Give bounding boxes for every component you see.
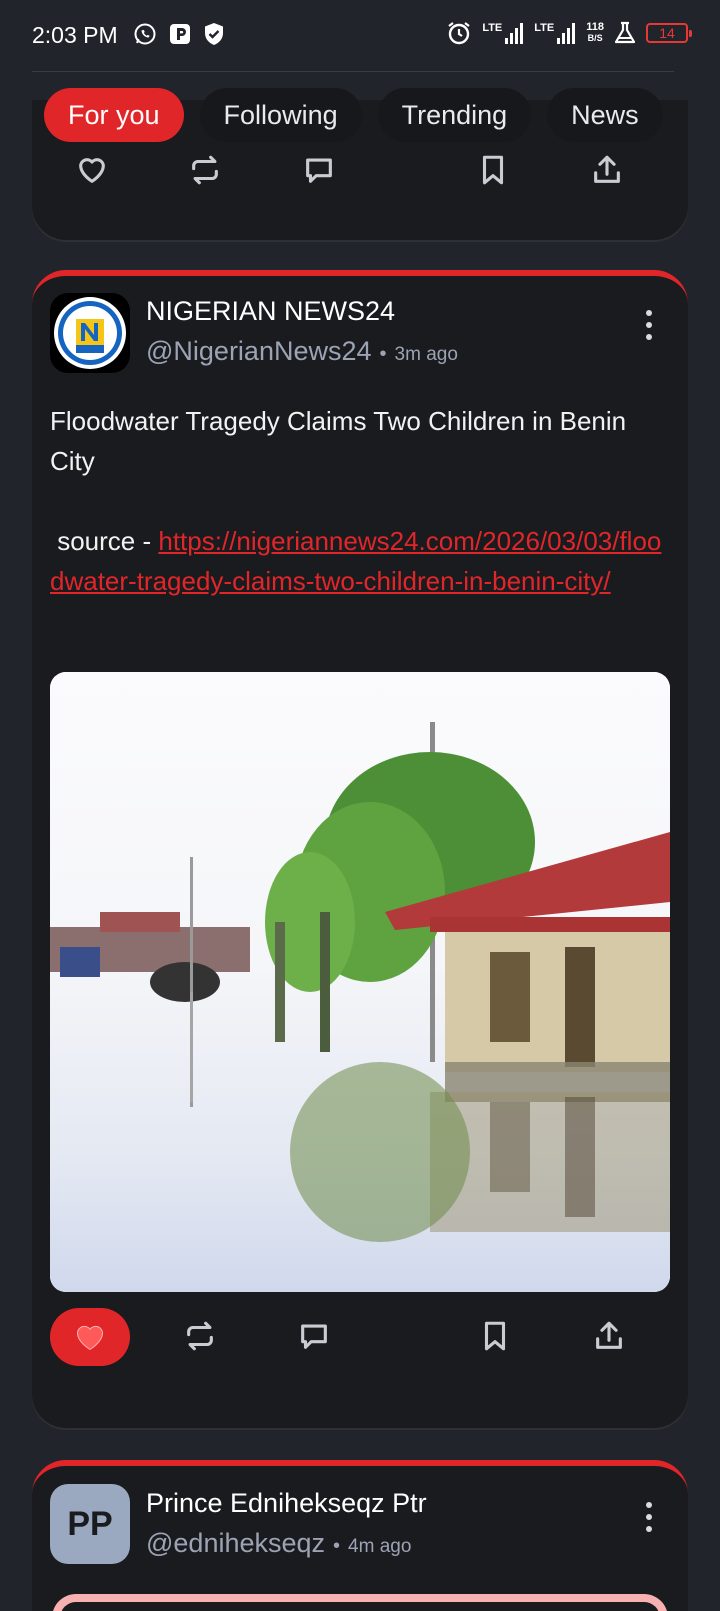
kebab-dot [646, 1526, 652, 1532]
author-handle[interactable]: @ednihekseqz [146, 1528, 325, 1559]
feed-tabs: For you Following Trending News [44, 88, 663, 142]
avatar[interactable]: PP [50, 1484, 130, 1564]
signal-1-icon: LTE [482, 22, 524, 44]
post-image[interactable] [50, 672, 670, 1292]
share-icon [594, 155, 620, 183]
like-button[interactable] [72, 150, 112, 190]
author-name[interactable]: NIGERIAN NEWS24 [146, 296, 395, 327]
repost-icon [187, 1321, 213, 1351]
network-type-1: LTE [482, 22, 503, 34]
share-icon [596, 1321, 622, 1349]
status-right-icons: LTE LTE 118 B/S 14 [446, 20, 692, 46]
source-prefix: source - [50, 526, 159, 556]
battery-level: 14 [659, 25, 675, 41]
net-speed-unit: B/S [587, 33, 603, 43]
post-card: NIGERIAN NEWS24 @NigerianNews24 • 3m ago… [32, 270, 688, 1428]
repost-button[interactable] [180, 1316, 220, 1356]
kebab-dot [646, 1514, 652, 1520]
tab-news[interactable]: News [547, 88, 663, 142]
nigerian-news24-logo [54, 297, 126, 369]
status-bar: 2:03 PM LTE LTE 118 B/S 14 [0, 0, 720, 72]
shield-check-icon [205, 23, 223, 45]
heart-filled-icon [76, 1325, 104, 1351]
heart-icon [79, 158, 105, 183]
battery-icon: 14 [646, 23, 692, 43]
kebab-dot [646, 322, 652, 328]
bookmark-button[interactable] [473, 150, 513, 190]
post-headline: Floodwater Tragedy Claims Two Children i… [50, 406, 627, 476]
network-type-2: LTE [534, 22, 555, 34]
bookmark-icon [484, 1321, 506, 1351]
avatar[interactable] [50, 293, 130, 373]
kebab-dot [646, 310, 652, 316]
meta-separator: • [379, 343, 387, 365]
author-meta: @ednihekseqz • 4m ago [146, 1528, 411, 1559]
app-p-icon [170, 24, 190, 44]
next-post-card: PP Prince Ednihekseqz Ptr @ednihekseqz •… [32, 1460, 688, 1611]
like-button-active[interactable] [50, 1308, 130, 1366]
repost-icon [192, 155, 218, 185]
tab-for-you[interactable]: For you [44, 88, 184, 142]
meta-separator: • [333, 1535, 341, 1557]
post-body: Floodwater Tragedy Claims Two Children i… [50, 401, 668, 601]
status-time: 2:03 PM [32, 22, 118, 48]
next-post-content-preview [52, 1594, 668, 1611]
comment-button[interactable] [299, 150, 339, 190]
tab-following[interactable]: Following [199, 88, 362, 142]
comment-icon [306, 158, 332, 183]
post-source: source - https://nigeriannews24.com/2026… [50, 521, 668, 601]
flood-photo [50, 672, 670, 1292]
signal-2-icon: LTE [534, 22, 576, 44]
more-options-button[interactable] [644, 1502, 654, 1532]
repost-button[interactable] [185, 150, 225, 190]
comment-icon [301, 1324, 327, 1349]
author-meta: @NigerianNews24 • 3m ago [146, 336, 458, 367]
share-button[interactable] [589, 1316, 629, 1356]
more-options-button[interactable] [644, 310, 654, 340]
post-time: 4m ago [348, 1536, 412, 1557]
lab-flask-icon [614, 21, 636, 44]
kebab-dot [646, 1502, 652, 1508]
post-spacer [50, 481, 668, 521]
author-name[interactable]: Prince Ednihekseqz Ptr [146, 1488, 427, 1519]
author-handle[interactable]: @NigerianNews24 [146, 336, 372, 367]
net-speed-value: 118 [586, 21, 604, 33]
notification-icons [133, 22, 225, 46]
tab-trending[interactable]: Trending [377, 88, 532, 142]
bookmark-icon [482, 155, 504, 185]
share-button[interactable] [587, 150, 627, 190]
post-time: 3m ago [394, 344, 458, 365]
kebab-dot [646, 334, 652, 340]
status-divider [32, 71, 674, 72]
whatsapp-icon [134, 23, 156, 45]
comment-button[interactable] [294, 1316, 334, 1356]
alarm-icon [448, 22, 470, 45]
bookmark-button[interactable] [475, 1316, 515, 1356]
net-speed: 118 B/S [586, 22, 604, 44]
